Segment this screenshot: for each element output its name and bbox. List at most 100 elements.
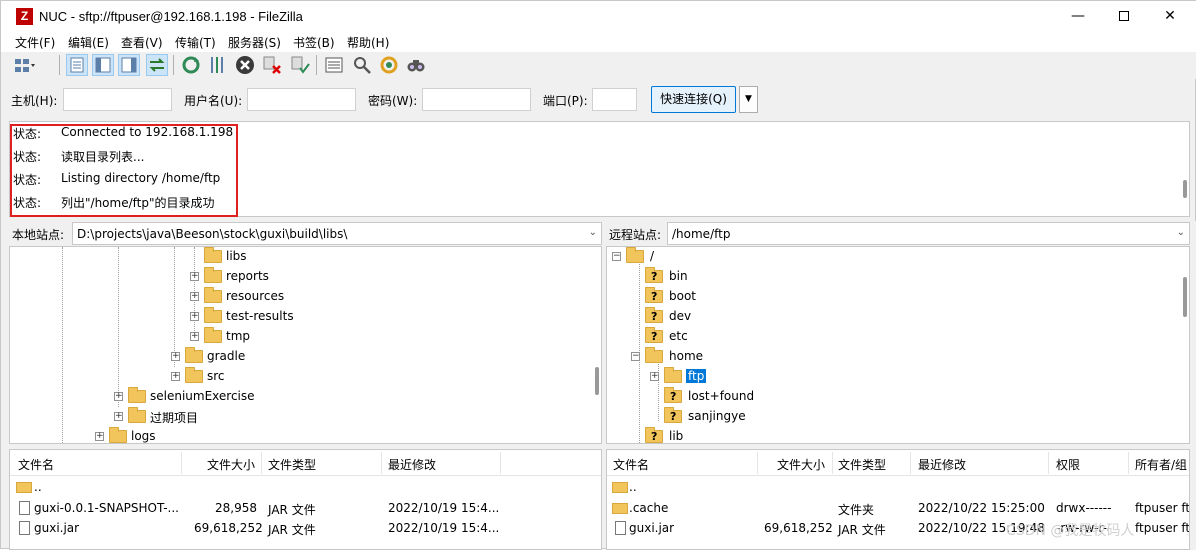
highlight-box (10, 124, 238, 217)
menu-view[interactable]: 查看(V) (121, 34, 163, 51)
file-icon (615, 521, 626, 535)
quickconnect-bar: 主机(H): 用户名(U): 密码(W): 端口(P): 快速连接(Q) ▼ (1, 81, 1196, 119)
expand-icon[interactable]: + (114, 412, 123, 421)
file-row[interactable]: .. (10, 477, 601, 498)
folder-icon (204, 307, 222, 323)
expand-icon[interactable]: + (114, 392, 123, 401)
column-divider[interactable] (381, 452, 382, 474)
port-input[interactable] (592, 88, 637, 111)
toggle-queue-icon[interactable] (146, 54, 168, 76)
folder-icon (109, 427, 127, 443)
remote-tree: − / ? bin ? boot ? dev ? etc − home + ft… (606, 246, 1190, 444)
sync-browse-icon[interactable] (378, 54, 400, 76)
expand-icon[interactable]: + (190, 292, 199, 301)
column-header-size[interactable]: 文件大小 (777, 456, 825, 473)
column-header-modified[interactable]: 最近修改 (918, 456, 966, 473)
tree-node-label: etc (669, 329, 688, 343)
column-divider[interactable] (910, 452, 911, 474)
tree-node-label: lost+found (688, 389, 755, 403)
site-manager-icon[interactable] (13, 54, 35, 76)
file-row[interactable]: .. (607, 477, 1189, 498)
local-tree-scrollbar[interactable] (595, 367, 599, 395)
unknown-folder-icon: ? (664, 387, 682, 403)
process-queue-icon[interactable] (207, 54, 229, 76)
expand-icon[interactable]: + (95, 432, 104, 441)
file-row[interactable]: guxi.jar 69,618,252 JAR 文件 2022/10/19 15… (10, 518, 601, 539)
collapse-icon[interactable]: − (612, 252, 621, 261)
column-header-permissions[interactable]: 权限 (1056, 456, 1080, 473)
find-icon[interactable] (405, 54, 427, 76)
menu-help[interactable]: 帮助(H) (347, 34, 389, 51)
expand-icon[interactable]: + (171, 352, 180, 361)
reconnect-icon[interactable] (289, 54, 311, 76)
host-input[interactable] (63, 88, 172, 111)
column-divider[interactable] (500, 452, 501, 474)
expand-icon[interactable]: + (650, 372, 659, 381)
expand-icon[interactable]: + (190, 272, 199, 281)
folder-icon (204, 247, 222, 263)
column-header-type[interactable]: 文件类型 (838, 456, 886, 473)
tree-node-label: boot (669, 289, 697, 303)
toggle-remote-tree-icon[interactable] (118, 54, 140, 76)
file-name: .. (629, 480, 637, 494)
password-input[interactable] (422, 88, 531, 111)
menu-edit[interactable]: 编辑(E) (68, 34, 109, 51)
expand-icon[interactable]: + (190, 332, 199, 341)
remote-file-list-header: 文件名 ^ 文件大小 文件类型 最近修改 权限 所有者/组 (607, 450, 1189, 476)
watermark: CSDN @我是牧码人 (1006, 523, 1135, 539)
folder-icon (185, 347, 203, 363)
log-scrollbar[interactable] (1183, 180, 1187, 198)
column-header-type[interactable]: 文件类型 (268, 456, 316, 473)
local-path-combo[interactable]: D:\projects\java\Beeson\stock\guxi\build… (72, 222, 602, 245)
file-row[interactable]: .cache 文件夹 2022/10/22 15:25:00 drwx-----… (607, 498, 1189, 519)
folder-icon (16, 482, 32, 493)
window-title: NUC - sftp://ftpuser@192.168.1.198 - Fil… (39, 9, 303, 24)
unknown-folder-icon: ? (645, 287, 663, 303)
compare-icon[interactable] (351, 54, 373, 76)
chevron-down-icon: ⌄ (1176, 227, 1185, 238)
expand-icon[interactable]: + (190, 312, 199, 321)
column-header-owner[interactable]: 所有者/组 (1135, 456, 1187, 473)
toggle-log-icon[interactable] (66, 54, 88, 76)
host-label: 主机(H): (11, 94, 58, 108)
message-log: 状态: Connected to 192.168.1.198 状态: 读取目录列… (9, 121, 1190, 217)
column-divider[interactable] (261, 452, 262, 474)
column-header-name[interactable]: 文件名 (613, 456, 649, 473)
local-file-list: 文件名 文件大小 文件类型 最近修改 .. guxi-0.0.1-SNAPSHO… (9, 449, 602, 550)
remote-tree-scrollbar[interactable] (1183, 277, 1187, 317)
column-divider[interactable] (181, 452, 182, 474)
column-header-name[interactable]: 文件名 (18, 456, 54, 473)
menu-transfer[interactable]: 传输(T) (175, 34, 216, 51)
disconnect-icon[interactable] (261, 54, 283, 76)
quickconnect-history-dropdown[interactable]: ▼ (739, 86, 758, 113)
expand-icon[interactable]: + (171, 372, 180, 381)
file-modified: 2022/10/19 15:4... (388, 501, 500, 515)
unknown-folder-icon: ? (645, 267, 663, 283)
column-divider[interactable] (1128, 452, 1129, 474)
file-modified: 2022/10/22 15:25:00 (918, 501, 1045, 515)
quickconnect-button[interactable]: 快速连接(Q) (651, 86, 736, 113)
column-divider[interactable] (1048, 452, 1049, 474)
file-owner: ftpuser ftp (1135, 521, 1190, 535)
toolbar-separator (59, 55, 60, 75)
refresh-icon[interactable] (180, 54, 202, 76)
menu-server[interactable]: 服务器(S) (228, 34, 281, 51)
tree-node-label: home (669, 349, 704, 363)
menu-file[interactable]: 文件(F) (15, 34, 55, 51)
maximize-button[interactable] (1101, 1, 1147, 32)
file-row[interactable]: guxi-0.0.1-SNAPSHOT-... 28,958 JAR 文件 20… (10, 498, 601, 519)
username-input[interactable] (247, 88, 356, 111)
column-header-modified[interactable]: 最近修改 (388, 456, 436, 473)
filter-icon[interactable] (323, 54, 345, 76)
collapse-icon[interactable]: − (631, 352, 640, 361)
menu-bar: 文件(F) 编辑(E) 查看(V) 传输(T) 服务器(S) 书签(B) 帮助(… (1, 32, 1196, 52)
menu-bookmarks[interactable]: 书签(B) (293, 34, 335, 51)
column-divider[interactable] (832, 452, 833, 474)
minimize-button[interactable]: — (1055, 1, 1101, 32)
column-divider[interactable] (757, 452, 758, 474)
column-header-size[interactable]: 文件大小 (207, 456, 255, 473)
cancel-icon[interactable] (234, 54, 256, 76)
close-button[interactable]: ✕ (1147, 1, 1193, 32)
remote-path-combo[interactable]: /home/ftp ⌄ (667, 222, 1190, 245)
toggle-local-tree-icon[interactable] (92, 54, 114, 76)
